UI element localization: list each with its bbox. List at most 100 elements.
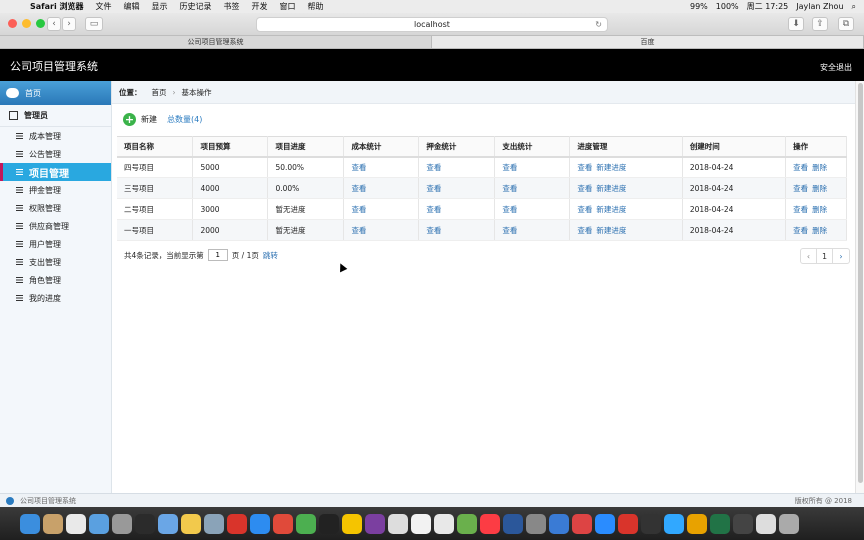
view-cost-link[interactable]: 查看 (351, 163, 366, 172)
breadcrumb-home[interactable]: 首页 (152, 87, 167, 98)
menu-file[interactable]: 文件 (96, 1, 112, 12)
view-link[interactable]: 查看 (793, 205, 808, 214)
sidebar-item[interactable]: 角色管理 (0, 271, 111, 289)
menu-window[interactable]: 窗口 (280, 1, 296, 12)
delete-link[interactable]: 删除 (812, 226, 827, 235)
dock-app-icon[interactable] (181, 513, 201, 534)
view-cost-link[interactable]: 查看 (351, 205, 366, 214)
delete-link[interactable]: 删除 (812, 184, 827, 193)
view-progress-link[interactable]: 查看 (577, 226, 592, 235)
tab-project-system[interactable]: 公司项目管理系统 (0, 36, 432, 48)
view-progress-link[interactable]: 查看 (577, 205, 592, 214)
new-progress-link[interactable]: 新建进度 (596, 205, 626, 214)
new-progress-link[interactable]: 新建进度 (596, 184, 626, 193)
total-count[interactable]: 总数量(4) (167, 114, 202, 125)
tab-baidu[interactable]: 百度 (432, 36, 864, 48)
forward-button[interactable]: › (62, 17, 76, 31)
dock-app-icon[interactable] (43, 513, 63, 534)
share-button[interactable]: ⇪ (812, 17, 828, 31)
dock-app-icon[interactable] (273, 513, 293, 534)
sidebar-home[interactable]: 首页 (0, 81, 111, 105)
prev-page-button[interactable]: ‹ (801, 249, 817, 263)
dock-app-icon[interactable] (572, 513, 592, 534)
dock-app-icon[interactable] (457, 513, 477, 534)
sidebar-item[interactable]: 项目管理 (0, 163, 111, 181)
dock-app-icon[interactable] (503, 513, 523, 534)
minimize-window-icon[interactable] (22, 19, 31, 28)
dock-app-icon[interactable] (687, 513, 707, 534)
zoom-window-icon[interactable] (36, 19, 45, 28)
dock-app-icon[interactable] (549, 513, 569, 534)
dock-app-icon[interactable] (733, 513, 753, 534)
dock-app-icon[interactable] (618, 513, 638, 534)
dock-app-icon[interactable] (388, 513, 408, 534)
view-link[interactable]: 查看 (793, 184, 808, 193)
scrollbar-thumb[interactable] (858, 83, 863, 483)
dock-app-icon[interactable] (66, 513, 86, 534)
dock-app-icon[interactable] (20, 513, 40, 534)
new-button[interactable]: 新建 (141, 114, 157, 125)
menu-develop[interactable]: 开发 (252, 1, 268, 12)
spotlight-icon[interactable]: ⌕ (852, 2, 856, 12)
address-bar[interactable]: localhost ↻ (256, 17, 608, 32)
sidebar-item[interactable]: 押金管理 (0, 181, 111, 199)
user-name[interactable]: Jaylan Zhou (796, 2, 843, 11)
view-link[interactable]: 查看 (793, 226, 808, 235)
sidebar-item[interactable]: 支出管理 (0, 253, 111, 271)
dock-app-icon[interactable] (250, 513, 270, 534)
sidebar-item[interactable]: 我的进度 (0, 289, 111, 307)
close-window-icon[interactable] (8, 19, 17, 28)
view-deposit-link[interactable]: 查看 (426, 163, 441, 172)
view-expense-link[interactable]: 查看 (502, 184, 517, 193)
logout-link[interactable]: 安全退出 (820, 62, 852, 73)
view-expense-link[interactable]: 查看 (502, 163, 517, 172)
dock-app-icon[interactable] (342, 513, 362, 534)
add-icon[interactable]: + (123, 112, 136, 126)
view-link[interactable]: 查看 (793, 163, 808, 172)
menu-edit[interactable]: 编辑 (124, 1, 140, 12)
dock-app-icon[interactable] (641, 513, 661, 534)
dock-app-icon[interactable] (664, 513, 684, 534)
downloads-button[interactable]: ⬇ (788, 17, 804, 31)
back-button[interactable]: ‹ (47, 17, 61, 31)
dock-app-icon[interactable] (595, 513, 615, 534)
menu-help[interactable]: 帮助 (308, 1, 324, 12)
dock-app-icon[interactable] (779, 513, 799, 534)
scrollbar[interactable] (855, 81, 864, 493)
menu-view[interactable]: 显示 (152, 1, 168, 12)
tab-overview-button[interactable]: ⧉ (838, 17, 854, 31)
menubar-app-name[interactable]: Safari 浏览器 (30, 1, 84, 12)
dock-app-icon[interactable] (296, 513, 316, 534)
sidebar-item[interactable]: 公告管理 (0, 145, 111, 163)
view-deposit-link[interactable]: 查看 (426, 226, 441, 235)
dock-app-icon[interactable] (480, 513, 500, 534)
dock-app-icon[interactable] (710, 513, 730, 534)
dock-app-icon[interactable] (204, 513, 224, 534)
sidebar-admin-group[interactable]: 管理员 (0, 105, 111, 127)
view-cost-link[interactable]: 查看 (351, 226, 366, 235)
sidebar-toggle-button[interactable]: ▭ (85, 17, 103, 31)
delete-link[interactable]: 删除 (812, 205, 827, 214)
jump-link[interactable]: 跳转 (263, 250, 278, 261)
view-deposit-link[interactable]: 查看 (426, 184, 441, 193)
sidebar-item[interactable]: 供应商管理 (0, 217, 111, 235)
sidebar-item[interactable]: 用户管理 (0, 235, 111, 253)
new-progress-link[interactable]: 新建进度 (596, 226, 626, 235)
dock-app-icon[interactable] (89, 513, 109, 534)
reload-icon[interactable]: ↻ (595, 18, 602, 32)
delete-link[interactable]: 删除 (812, 163, 827, 172)
sidebar-item[interactable]: 权限管理 (0, 199, 111, 217)
view-cost-link[interactable]: 查看 (351, 184, 366, 193)
view-expense-link[interactable]: 查看 (502, 226, 517, 235)
sidebar-item[interactable]: 成本管理 (0, 127, 111, 145)
clock[interactable]: 周二 17:25 (747, 1, 789, 12)
dock-app-icon[interactable] (365, 513, 385, 534)
dock-app-icon[interactable] (158, 513, 178, 534)
dock-app-icon[interactable] (135, 513, 155, 534)
dock-app-icon[interactable] (526, 513, 546, 534)
view-progress-link[interactable]: 查看 (577, 184, 592, 193)
menu-history[interactable]: 历史记录 (180, 1, 212, 12)
dock-app-icon[interactable] (411, 513, 431, 534)
current-page-button[interactable]: 1 (817, 249, 833, 263)
new-progress-link[interactable]: 新建进度 (596, 163, 626, 172)
